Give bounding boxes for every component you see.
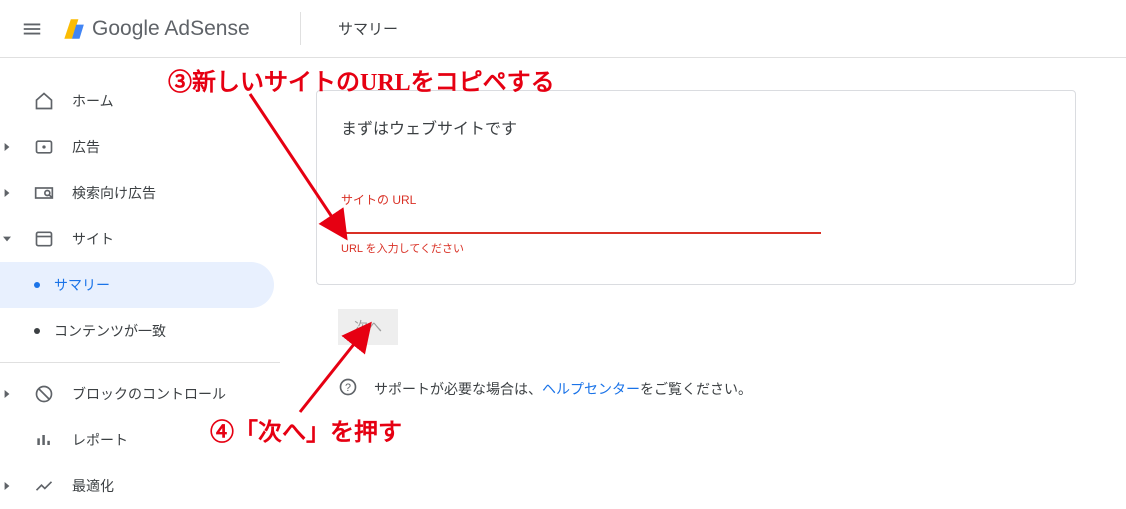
sidebar-item-ads[interactable]: 広告 (0, 124, 280, 170)
page-title: サマリー (338, 18, 398, 39)
site-url-card: まずはウェブサイトです サイトの URL URL を入力してください (316, 90, 1076, 285)
sidebar-item-reports[interactable]: レポート (0, 417, 280, 463)
spacer (2, 435, 12, 445)
spacer (2, 96, 12, 106)
trend-icon (34, 476, 54, 496)
chevron-right-icon (2, 389, 12, 399)
bullet-icon (34, 282, 40, 288)
help-icon: ? (338, 377, 358, 400)
url-field-label: サイトの URL (341, 191, 1051, 208)
divider (0, 362, 280, 363)
sidebar-item-optimization[interactable]: 最適化 (0, 463, 280, 509)
hamburger-menu-button[interactable] (8, 5, 56, 53)
url-field-helper: URL を入力してください (341, 240, 1051, 256)
card-title: まずはウェブサイトです (341, 115, 1051, 139)
support-prefix: サポートが必要な場合は、 (374, 381, 542, 397)
ads-icon (34, 137, 54, 157)
sidebar-item-label: 広告 (72, 137, 100, 157)
sidebar-item-sites[interactable]: サイト (0, 216, 280, 262)
sidebar-item-home[interactable]: ホーム (0, 78, 280, 124)
svg-text:?: ? (345, 382, 351, 394)
sites-icon (34, 229, 54, 249)
search-ads-icon (34, 183, 54, 203)
sidebar-item-label: 最適化 (72, 476, 114, 496)
hamburger-icon (21, 18, 43, 40)
next-button[interactable]: 次へ (338, 309, 398, 345)
brand-logo[interactable]: Google AdSense (60, 16, 250, 42)
next-button-label: 次へ (354, 317, 382, 337)
sidebar-sub-summary[interactable]: サマリー (0, 262, 274, 308)
sidebar-sub-matched-content[interactable]: コンテンツが一致 (0, 308, 280, 354)
main-content: まずはウェブサイトです サイトの URL URL を入力してください 次へ ? … (280, 58, 1126, 509)
sidebar-item-blocking[interactable]: ブロックのコントロール (0, 371, 280, 417)
block-icon (34, 384, 54, 404)
chevron-right-icon (2, 142, 12, 152)
sidebar-item-label: ホーム (72, 91, 114, 111)
sidebar-sub-label: サマリー (54, 275, 110, 295)
sidebar-item-search-ads[interactable]: 検索向け広告 (0, 170, 280, 216)
sidebar-item-label: レポート (72, 430, 128, 450)
sidebar-item-label: ブロックのコントロール (72, 384, 226, 404)
sidebar: ホーム 広告 検索向け広告 (0, 58, 280, 509)
help-center-link[interactable]: ヘルプセンター (542, 381, 640, 397)
bullet-icon (34, 328, 40, 334)
report-icon (34, 430, 54, 450)
top-bar: Google AdSense サマリー (0, 0, 1126, 58)
chevron-right-icon (2, 481, 12, 491)
site-url-input[interactable] (341, 212, 821, 234)
adsense-logo-icon (60, 16, 86, 42)
sidebar-item-label: サイト (72, 229, 114, 249)
brand-text: Google AdSense (92, 17, 250, 41)
sidebar-sub-label: コンテンツが一致 (54, 321, 166, 341)
divider (300, 12, 301, 45)
chevron-right-icon (2, 188, 12, 198)
support-text: サポートが必要な場合は、ヘルプセンターをご覧ください。 (374, 379, 752, 399)
sidebar-item-label: 検索向け広告 (72, 183, 156, 203)
support-line: ? サポートが必要な場合は、ヘルプセンターをご覧ください。 (338, 377, 1102, 400)
support-suffix: をご覧ください。 (640, 381, 752, 397)
home-icon (34, 91, 54, 111)
chevron-down-icon (2, 234, 12, 244)
